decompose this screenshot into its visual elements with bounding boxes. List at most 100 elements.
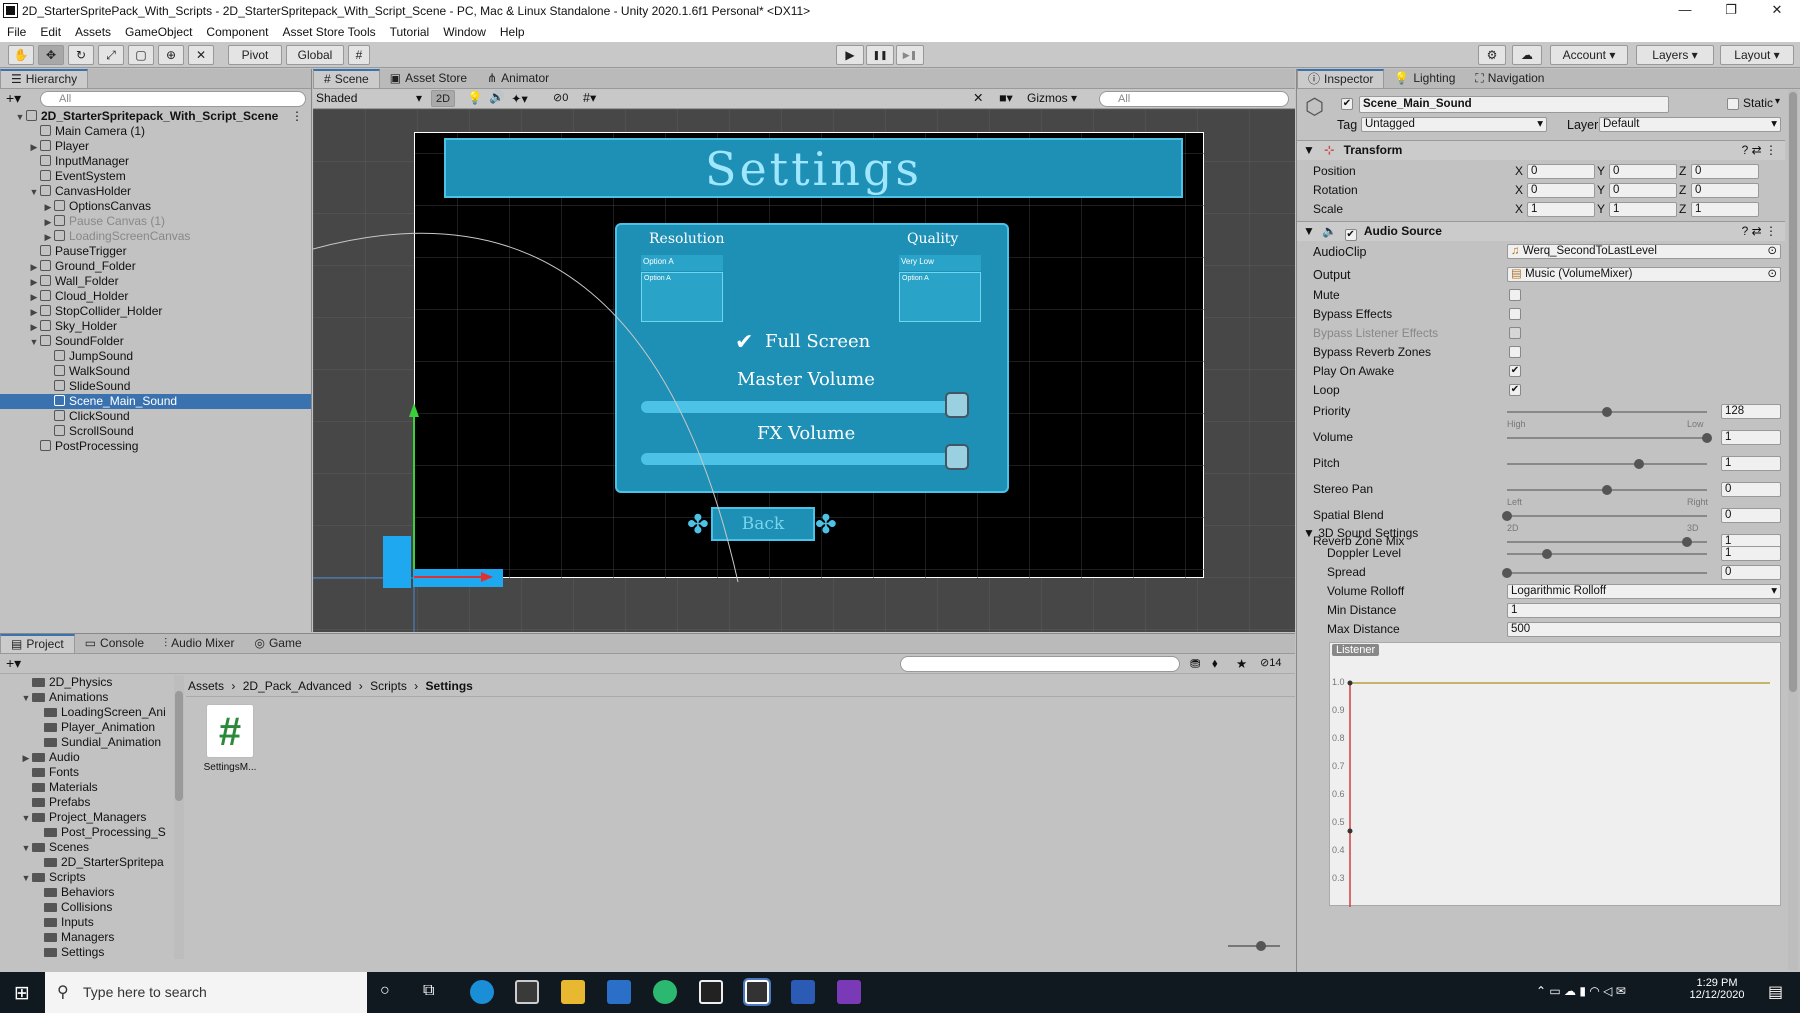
collab-button[interactable]: ⚙	[1478, 45, 1506, 65]
folder-item[interactable]: 2D_StarterSpritepa	[0, 855, 183, 870]
tab-console[interactable]: ▭ Console	[75, 634, 154, 653]
account-dropdown[interactable]: Account ▾	[1550, 45, 1628, 65]
layer-dropdown[interactable]: Default ▾	[1599, 117, 1781, 132]
folder-item[interactable]: ▼ Project_Managers	[0, 810, 183, 825]
doppler-value-field[interactable]: 1	[1721, 546, 1781, 561]
global-toggle[interactable]: Global	[286, 45, 344, 65]
task-view-icon[interactable]: ⧉	[423, 982, 434, 1000]
transform-x-field[interactable]: 0	[1527, 164, 1595, 179]
quality-options-list[interactable]: Option A	[899, 272, 981, 322]
filter-label-icon[interactable]: ⬧	[1212, 656, 1218, 671]
menu-help[interactable]: Help	[493, 25, 532, 39]
foldout-arrow-icon[interactable]: ▶	[28, 290, 40, 305]
audio-slider-knob[interactable]	[1702, 433, 1712, 443]
tab-game[interactable]: ◎ Game	[244, 634, 311, 653]
folder-item[interactable]: Post_Processing_S	[0, 825, 183, 840]
breadcrumb-scripts[interactable]: Scripts	[370, 679, 407, 693]
folder-item[interactable]: Prefabs	[0, 795, 183, 810]
transform-y-field[interactable]: 1	[1609, 202, 1677, 217]
folder-item[interactable]: ▼ Animations	[0, 690, 183, 705]
foldout-arrow-icon[interactable]: ▶	[28, 275, 40, 290]
hierarchy-item[interactable]: PostProcessing	[0, 439, 311, 454]
audio-checkbox[interactable]	[1509, 327, 1521, 339]
folder-item[interactable]: Inputs	[0, 915, 183, 930]
foldout-arrow-icon[interactable]: ▶	[42, 215, 54, 230]
quality-dropdown[interactable]: Very Low	[899, 255, 981, 271]
grid-snap-button[interactable]: #	[348, 45, 370, 65]
menu-gameobject[interactable]: GameObject	[118, 25, 199, 39]
transform-x-field[interactable]: 0	[1527, 183, 1595, 198]
master-volume-slider[interactable]	[641, 401, 951, 413]
tab-lighting[interactable]: 💡 Lighting	[1384, 69, 1465, 88]
taskbar-search-input[interactable]: ⚲ Type here to search	[45, 972, 367, 1013]
folder-item[interactable]: 2D_Physics	[0, 675, 183, 690]
transform-z-field[interactable]: 1	[1691, 202, 1759, 217]
breadcrumb-assets[interactable]: Assets	[188, 679, 224, 693]
folder-item[interactable]: ▼ Scenes	[0, 840, 183, 855]
resolution-dropdown[interactable]: Option A	[641, 255, 723, 271]
inspector-scrollbar[interactable]	[1788, 90, 1798, 970]
audio-slider-knob[interactable]	[1602, 407, 1612, 417]
folder-item[interactable]: Sundial_Animation	[0, 735, 183, 750]
minimize-button[interactable]: —	[1662, 0, 1708, 22]
min-distance-field[interactable]: 1	[1507, 603, 1781, 618]
hierarchy-item[interactable]: ▶ OptionsCanvas	[0, 199, 311, 214]
gitkraken-icon[interactable]	[653, 980, 677, 1004]
add-icon[interactable]: +▾	[6, 90, 21, 107]
audio-slider-value-field[interactable]: 0	[1721, 482, 1781, 497]
scene-search-input[interactable]: All	[1099, 91, 1289, 107]
transform-y-field[interactable]: 0	[1609, 164, 1677, 179]
folder-item[interactable]: Behaviors	[0, 885, 183, 900]
favorite-icon[interactable]: ★	[1236, 656, 1247, 671]
menu-window[interactable]: Window	[436, 25, 493, 39]
step-button[interactable]: ▶❚	[896, 45, 924, 65]
custom-tool-button[interactable]: ✕	[188, 45, 214, 65]
restore-button[interactable]: ❐	[1708, 0, 1754, 22]
hierarchy-item[interactable]: ▼ CanvasHolder	[0, 184, 311, 199]
folder-item[interactable]: ▼ Scripts	[0, 870, 183, 885]
word-icon[interactable]	[791, 980, 815, 1004]
audio-checkbox[interactable]	[1509, 308, 1521, 320]
layout-dropdown[interactable]: Layout ▾	[1720, 45, 1794, 65]
tag-dropdown[interactable]: Untagged ▾	[1361, 117, 1547, 132]
2d-toggle[interactable]: 2D	[431, 90, 455, 107]
tab-inspector[interactable]: ⓘ Inspector	[1297, 69, 1385, 88]
edge-icon[interactable]	[470, 980, 494, 1004]
audio-slider[interactable]	[1507, 459, 1707, 469]
tools-icon[interactable]: ✕	[973, 90, 983, 105]
menu-tutorial[interactable]: Tutorial	[383, 25, 437, 39]
hierarchy-item[interactable]: JumpSound	[0, 349, 311, 364]
pivot-toggle[interactable]: Pivot	[228, 45, 282, 65]
spread-value-field[interactable]: 0	[1721, 565, 1781, 580]
add-icon[interactable]: +▾	[6, 655, 21, 672]
foldout-arrow-icon[interactable]: ▼	[20, 841, 32, 856]
static-checkbox[interactable]	[1727, 98, 1739, 110]
clock[interactable]: 1:29 PM 12/12/2020	[1680, 977, 1754, 1001]
foldout-arrow-icon[interactable]: ▶	[28, 305, 40, 320]
hierarchy-item[interactable]: ScrollSound	[0, 424, 311, 439]
hierarchy-item[interactable]: ▶ Sky_Holder	[0, 319, 311, 334]
fx-volume-slider[interactable]	[641, 453, 951, 465]
output-field[interactable]: ▤ Music (VolumeMixer) ⊙	[1507, 267, 1781, 282]
menu-assets[interactable]: Assets	[68, 25, 118, 39]
tab-navigation[interactable]: ⛶ Navigation	[1465, 69, 1554, 88]
foldout-arrow-icon[interactable]: ▼	[28, 185, 40, 200]
3d-sound-settings-header[interactable]: ▼ 3D Sound Settings	[1297, 526, 1785, 543]
foldout-arrow-icon[interactable]: ▼	[20, 871, 32, 886]
folder-item[interactable]: Collisions	[0, 900, 183, 915]
scale-tool-button[interactable]: ⤢	[98, 45, 124, 65]
audio-slider[interactable]	[1507, 433, 1712, 443]
grid-toggle-icon[interactable]: #▾	[583, 90, 596, 105]
tray-icons[interactable]: ⌃ ▭ ☁ ▮ ◠ ◁ ✉	[1536, 984, 1626, 998]
master-volume-handle[interactable]	[945, 392, 969, 418]
audio-slider[interactable]	[1507, 485, 1707, 495]
hidden-count[interactable]: ⊘0	[553, 91, 568, 104]
cloud-button[interactable]: ☁	[1512, 45, 1542, 65]
tab-animator[interactable]: ⋔ Animator	[477, 69, 559, 88]
foldout-arrow-icon[interactable]: ▼	[20, 691, 32, 706]
audio-slider-knob[interactable]	[1634, 459, 1644, 469]
hierarchy-item[interactable]: Main Camera (1)	[0, 124, 311, 139]
hierarchy-search-input[interactable]: All	[40, 91, 306, 107]
chevron-down-icon[interactable]: ▾	[1775, 96, 1780, 107]
lighting-toggle-icon[interactable]: 💡	[467, 91, 483, 106]
